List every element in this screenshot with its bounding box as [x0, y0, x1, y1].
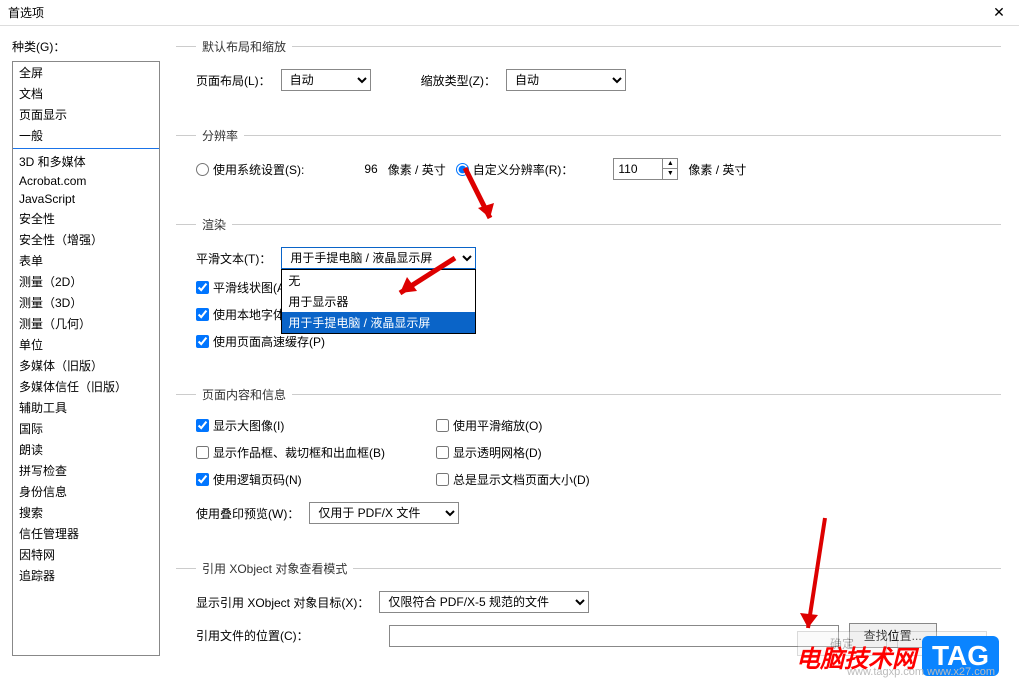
sidebar-item[interactable]: JavaScript — [13, 190, 159, 208]
zoom-type-select[interactable]: 自动 — [506, 69, 626, 91]
radio-system-res[interactable]: 使用系统设置(S): — [196, 161, 304, 178]
sidebar-item[interactable]: 因特网 — [13, 544, 159, 565]
sidebar-item[interactable]: 文档 — [13, 83, 159, 104]
sidebar-item[interactable]: 一般 — [13, 125, 159, 146]
group-resolution: 分辨率 使用系统设置(S): 96 像素 / 英寸 自定义分辨率(R)： ▲▼ … — [176, 127, 1001, 208]
ref-file-loc-label: 引用文件的位置(C)： — [196, 627, 309, 644]
sidebar-item[interactable]: 国际 — [13, 418, 159, 439]
sidebar-item[interactable]: 测量（3D） — [13, 292, 159, 313]
sidebar-item[interactable]: 搜索 — [13, 502, 159, 523]
group-page-content: 页面内容和信息 显示大图像(I) 使用平滑缩放(O) 显示作品框、裁切框和出血框… — [176, 386, 1001, 552]
sidebar-item[interactable]: 全屏 — [13, 62, 159, 83]
sidebar-item[interactable]: 追踪器 — [13, 565, 159, 586]
chk-page-cache[interactable]: 使用页面高速缓存(P) — [196, 333, 325, 350]
window-title: 首选项 — [8, 4, 987, 21]
chk-large-img[interactable]: 显示大图像(I) — [196, 417, 426, 434]
category-label: 种类(G)： — [12, 38, 160, 55]
chk-logical-page[interactable]: 使用逻辑页码(N) — [196, 471, 426, 488]
annotation-arrow-icon — [460, 163, 500, 233]
custom-res-input[interactable] — [613, 158, 663, 180]
sidebar-item[interactable]: 页面显示 — [13, 104, 159, 125]
ref-file-loc-input[interactable] — [389, 625, 839, 647]
overprint-label: 使用叠印预览(W)： — [196, 505, 299, 522]
page-layout-select[interactable]: 自动 — [281, 69, 371, 91]
overprint-select[interactable]: 仅用于 PDF/X 文件 — [309, 502, 459, 524]
sidebar-item[interactable]: 安全性（增强） — [13, 229, 159, 250]
page-layout-label: 页面布局(L)： — [196, 72, 271, 89]
chk-crop-box[interactable]: 显示作品框、裁切框和出血框(B) — [196, 444, 426, 461]
sidebar-item[interactable]: 测量（2D） — [13, 271, 159, 292]
watermark-url: www.tagxp.com www.x27.com — [847, 666, 995, 678]
watermark: 电脑技术网 TAG www.tagxp.com www.x27.com — [796, 636, 999, 676]
sidebar-item[interactable]: 朗读 — [13, 439, 159, 460]
spin-down-icon[interactable]: ▼ — [663, 169, 677, 179]
smooth-text-label: 平滑文本(T)： — [196, 250, 271, 267]
chk-smooth-zoom[interactable]: 使用平滑缩放(O) — [436, 417, 666, 434]
sidebar-item[interactable]: 测量（几何） — [13, 313, 159, 334]
sidebar-item[interactable]: 表单 — [13, 250, 159, 271]
xobject-target-select[interactable]: 仅限符合 PDF/X-5 规范的文件 — [379, 591, 589, 613]
group-layout: 默认布局和缩放 页面布局(L)： 自动 缩放类型(Z)： 自动 — [176, 38, 1001, 119]
group-layout-legend: 默认布局和缩放 — [196, 38, 292, 55]
chk-doc-size[interactable]: 总是显示文档页面大小(D) — [436, 471, 666, 488]
sidebar-item[interactable]: 多媒体信任（旧版） — [13, 376, 159, 397]
dropdown-option[interactable]: 用于手提电脑 / 液晶显示屏 — [282, 312, 475, 333]
group-page-content-legend: 页面内容和信息 — [196, 386, 292, 403]
sidebar-item[interactable]: 单位 — [13, 334, 159, 355]
system-res-value: 96 — [364, 162, 377, 176]
spin-up-icon[interactable]: ▲ — [663, 159, 677, 169]
annotation-arrow-icon — [385, 253, 465, 303]
chk-smooth-line[interactable]: 平滑线状图(A) — [196, 279, 289, 296]
sidebar-item[interactable]: 安全性 — [13, 208, 159, 229]
sidebar-item[interactable]: 拼写检查 — [13, 460, 159, 481]
annotation-arrow-icon — [800, 513, 830, 643]
group-render: 渲染 平滑文本(T)： 用于手提电脑 / 液晶显示屏 无用于显示器用于手提电脑 … — [176, 216, 1001, 378]
group-resolution-legend: 分辨率 — [196, 127, 244, 144]
sidebar-item[interactable]: 身份信息 — [13, 481, 159, 502]
px-per-inch-2: 像素 / 英寸 — [688, 161, 746, 178]
sidebar-item[interactable]: Acrobat.com — [13, 172, 159, 190]
sidebar-item[interactable]: 信任管理器 — [13, 523, 159, 544]
chk-local-font[interactable]: 使用本地字体 — [196, 306, 285, 323]
sidebar-item[interactable]: 辅助工具 — [13, 397, 159, 418]
sidebar-item[interactable]: 多媒体（旧版） — [13, 355, 159, 376]
sidebar-item[interactable]: 3D 和多媒体 — [13, 151, 159, 172]
close-icon[interactable]: ✕ — [987, 4, 1011, 21]
group-render-legend: 渲染 — [196, 216, 232, 233]
xobject-target-label: 显示引用 XObject 对象目标(X)： — [196, 594, 369, 611]
px-per-inch-1: 像素 / 英寸 — [388, 161, 446, 178]
zoom-type-label: 缩放类型(Z)： — [421, 72, 496, 89]
group-xobject-legend: 引用 XObject 对象查看模式 — [196, 560, 353, 577]
category-list[interactable]: 全屏文档页面显示一般3D 和多媒体Acrobat.comJavaScript安全… — [12, 61, 160, 656]
chk-transparency[interactable]: 显示透明网格(D) — [436, 444, 666, 461]
